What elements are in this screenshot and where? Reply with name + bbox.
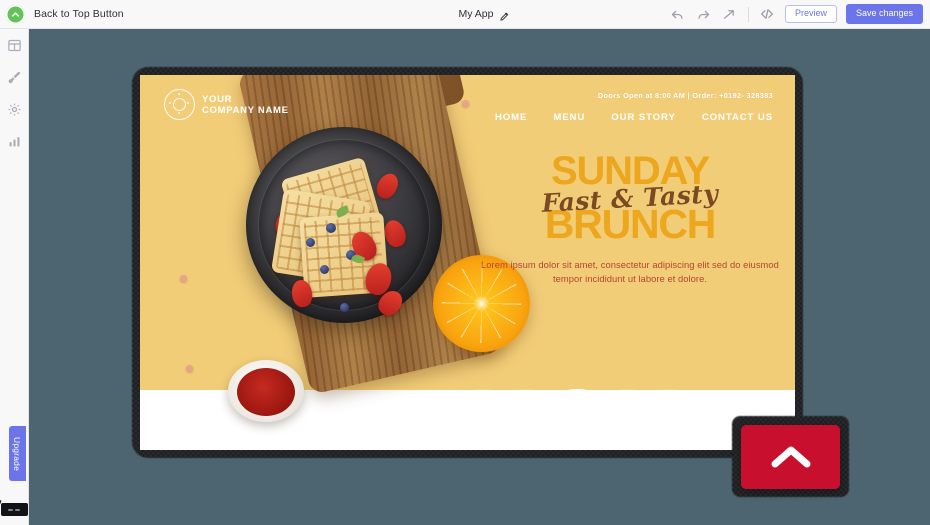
nav-item-menu[interactable]: MENU — [553, 112, 585, 123]
save-changes-button[interactable]: Save changes — [845, 4, 923, 24]
strawberry — [273, 211, 295, 237]
left-sidebar: Upgrade — [0, 29, 29, 525]
logo-text: YOUR COMPANY NAME — [202, 94, 289, 116]
blueberry — [340, 303, 349, 312]
mint-leaf — [350, 252, 366, 266]
waffle — [270, 188, 372, 286]
waffle — [299, 212, 389, 298]
hero-copy: SUNDAY Fast & Tasty BRUNCH Lorem ipsum d… — [480, 151, 780, 286]
strawberry — [381, 217, 409, 250]
nav-item-our-story[interactable]: OUR STORY — [611, 112, 676, 123]
grid-layout-icon — [7, 38, 22, 53]
hero-wordmark: BRUNCH — [248, 369, 687, 450]
bar-chart-icon — [7, 134, 22, 149]
undo-arrow-icon[interactable] — [669, 6, 686, 23]
selected-component-indicator: Back to Top Button — [0, 4, 300, 24]
pencil-icon[interactable] — [499, 9, 510, 21]
app-title-group[interactable]: My App — [300, 8, 669, 21]
redo-arrow-icon[interactable] — [695, 6, 712, 23]
blueberry — [346, 250, 356, 260]
food-crumb — [180, 275, 187, 282]
selected-component-label: Back to Top Button — [34, 8, 124, 20]
upgrade-button[interactable]: Upgrade — [8, 426, 26, 481]
food-crumb — [186, 365, 193, 372]
logo-line-2: COMPANY NAME — [202, 104, 289, 116]
blueberry — [306, 238, 315, 247]
sidebar-item-layout[interactable] — [0, 29, 29, 61]
upgrade-label: Upgrade — [12, 436, 23, 471]
sidebar-item-settings[interactable] — [0, 93, 29, 125]
donut-ring-icon — [164, 89, 195, 120]
strawberry — [362, 260, 395, 298]
blueberry — [326, 223, 336, 233]
logo-line-1: YOUR — [202, 93, 233, 105]
nav-item-home[interactable]: HOME — [495, 112, 527, 123]
app-root: Back to Top Button My App Preview Save c… — [0, 0, 930, 525]
site-hours-and-phone: Doors Open at 8:00 AM | Order: +0192- 32… — [597, 91, 773, 100]
site-nav: HOME MENU OUR STORY CONTACT US — [495, 112, 773, 123]
back-to-top-button[interactable] — [741, 425, 840, 489]
app-title: My App — [458, 8, 494, 20]
strawberry — [347, 227, 381, 265]
gear-icon — [7, 102, 22, 117]
chip-dot — [15, 508, 20, 511]
chevron-up-circle-icon — [6, 4, 25, 24]
chevron-up-icon — [768, 442, 814, 472]
chip-dot — [8, 508, 13, 511]
site-logo[interactable]: YOUR COMPANY NAME — [164, 89, 289, 120]
nav-item-contact-us[interactable]: CONTACT US — [702, 112, 773, 123]
editor-canvas[interactable]: BRUNCH YOUR COMPANY NAME Doors Open at 8… — [29, 29, 930, 525]
page-frame-wrapper: BRUNCH YOUR COMPANY NAME Doors Open at 8… — [132, 67, 803, 458]
code-brackets-icon[interactable] — [759, 6, 776, 23]
toolbar-divider — [747, 6, 749, 22]
strawberry — [290, 278, 314, 309]
hero-body-text: Lorem ipsum dolor sit amet, consectetur … — [481, 258, 779, 284]
sidebar-item-design[interactable] — [0, 61, 29, 93]
toolbar-actions: Preview Save changes — [669, 4, 930, 24]
pointer-arrow — [0, 498, 3, 508]
publish-arrow-icon[interactable] — [721, 6, 738, 23]
strawberry — [374, 286, 407, 320]
sidebar-item-analytics[interactable] — [0, 125, 29, 157]
paint-brush-icon — [7, 70, 22, 85]
website-preview[interactable]: BRUNCH YOUR COMPANY NAME Doors Open at 8… — [140, 75, 795, 450]
top-toolbar: Back to Top Button My App Preview Save c… — [0, 0, 930, 29]
preview-button[interactable]: Preview — [784, 5, 837, 23]
mouse-pointer-chip-icon — [0, 498, 28, 516]
logo-inner-ring — [173, 98, 186, 111]
blueberry — [320, 265, 329, 274]
mint-leaf — [334, 205, 351, 218]
